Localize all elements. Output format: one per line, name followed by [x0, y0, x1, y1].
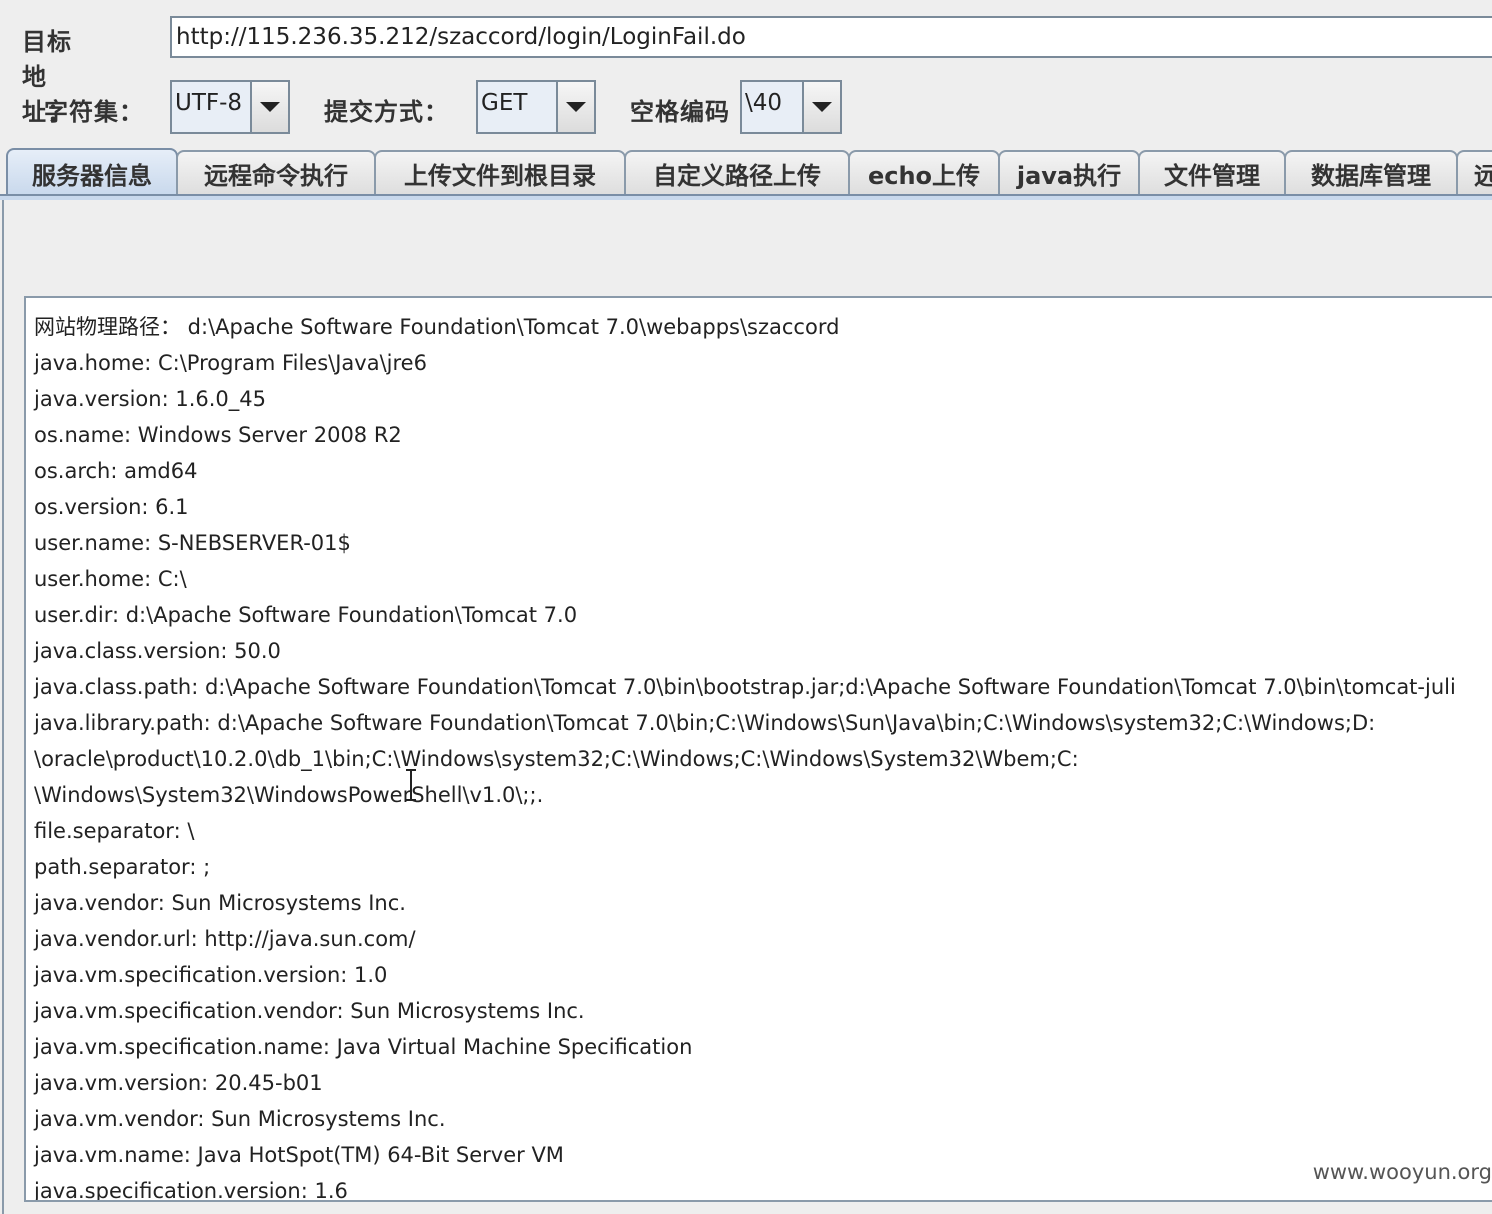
server-info-textarea[interactable]: 网站物理路径： d:\Apache Software Foundation\To…	[24, 296, 1492, 1202]
tab-server-info[interactable]: 服务器信息	[6, 148, 178, 196]
chevron-down-icon[interactable]	[252, 82, 288, 132]
info-line: java.class.path: d:\Apache Software Foun…	[34, 675, 1456, 699]
tab-remote-command[interactable]: 远程命令执行	[176, 150, 376, 194]
chevron-down-icon[interactable]	[558, 82, 594, 132]
tab-overflow[interactable]: 远	[1456, 150, 1492, 194]
info-line: java.vendor: Sun Microsystems Inc.	[34, 891, 406, 915]
info-line: user.home: C:\	[34, 567, 187, 591]
method-label: 提交方式：	[324, 98, 449, 126]
info-line: java.specification.version: 1.6	[34, 1179, 348, 1202]
tab-database-manager[interactable]: 数据库管理	[1284, 150, 1458, 194]
info-line: java.library.path: d:\Apache Software Fo…	[34, 711, 1376, 735]
method-select[interactable]: GET	[476, 80, 596, 134]
info-line: java.vendor.url: http://java.sun.com/	[34, 927, 416, 951]
info-line: java.class.version: 50.0	[34, 639, 281, 663]
charset-select[interactable]: UTF-8	[170, 80, 290, 134]
info-line: java.vm.name: Java HotSpot(TM) 64-Bit Se…	[34, 1143, 564, 1167]
info-line: java.home: C:\Program Files\Java\jre6	[34, 351, 427, 375]
info-line: java.vm.specification.version: 1.0	[34, 963, 388, 987]
tab-echo-upload[interactable]: echo上传	[848, 150, 1000, 194]
info-line: 网站物理路径： d:\Apache Software Foundation\To…	[34, 315, 840, 339]
space-encoding-select[interactable]: \40	[740, 80, 842, 134]
info-line: path.separator: ;	[34, 855, 211, 879]
info-line: user.name: S-NEBSERVER-01$	[34, 531, 351, 555]
target-url-input[interactable]: http://115.236.35.212/szaccord/login/Log…	[170, 16, 1492, 58]
info-line: java.vm.specification.name: Java Virtual…	[34, 1035, 693, 1059]
tab-file-manager[interactable]: 文件管理	[1138, 150, 1286, 194]
info-line: os.name: Windows Server 2008 R2	[34, 423, 402, 447]
tab-custom-path-upload[interactable]: 自定义路径上传	[624, 150, 850, 194]
info-line: java.vm.version: 20.45-b01	[34, 1071, 323, 1095]
info-line: java.version: 1.6.0_45	[34, 387, 266, 411]
chevron-down-icon[interactable]	[804, 82, 840, 132]
space-encoding-value: \40	[742, 82, 804, 132]
space-encoding-label: 空格编码	[630, 98, 730, 126]
tab-upload-root[interactable]: 上传文件到根目录	[374, 150, 626, 194]
text-cursor-icon	[406, 769, 416, 801]
options-row: 字符集： UTF-8 提交方式： GET 空格编码 \40	[0, 80, 1492, 134]
charset-value: UTF-8	[172, 82, 252, 132]
info-line: os.version: 6.1	[34, 495, 189, 519]
server-info-lines: 网站物理路径： d:\Apache Software Foundation\To…	[26, 298, 1492, 1202]
tab-strip: 服务器信息 远程命令执行 上传文件到根目录 自定义路径上传 echo上传 jav…	[0, 148, 1492, 196]
info-line: file.separator: \	[34, 819, 195, 843]
info-line: \Windows\System32\WindowsPowerShell\v1.0…	[34, 783, 544, 807]
info-line: java.vm.vendor: Sun Microsystems Inc.	[34, 1107, 446, 1131]
tab-java-exec[interactable]: java执行	[998, 150, 1140, 194]
info-line: user.dir: d:\Apache Software Foundation\…	[34, 603, 578, 627]
charset-label: 字符集：	[44, 98, 144, 126]
info-line: os.arch: amd64	[34, 459, 198, 483]
watermark: www.wooyun.org	[1312, 1160, 1492, 1184]
method-value: GET	[478, 82, 558, 132]
info-line: \oracle\product\10.2.0\db_1\bin;C:\Windo…	[34, 747, 1079, 771]
info-line: java.vm.specification.vendor: Sun Micros…	[34, 999, 585, 1023]
